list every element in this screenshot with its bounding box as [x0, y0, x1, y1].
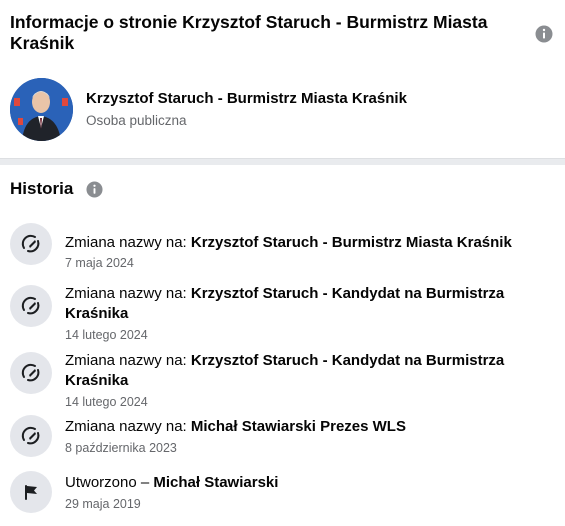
history-item-text: Zmiana nazwy na: Krzysztof Staruch - Kan… [65, 284, 535, 324]
page-category: Osoba publiczna [86, 113, 187, 128]
page-title: Informacje o stronie Krzysztof Staruch -… [10, 12, 488, 53]
rename-icon [10, 352, 52, 394]
history-item-date: 7 maja 2024 [65, 256, 134, 270]
history-item-value: Michał Stawiarski [153, 474, 279, 491]
history-item-date: 8 października 2023 [65, 441, 177, 455]
history-item-date: 29 maja 2019 [65, 497, 141, 511]
history-heading: Historia [10, 179, 74, 198]
history-info-icon[interactable] [86, 181, 103, 198]
info-icon[interactable] [535, 25, 553, 43]
page-info-header: Informacje o stronie Krzysztof Staruch -… [0, 0, 565, 158]
flag-icon [10, 471, 52, 513]
history-item-text: Zmiana nazwy na: Krzysztof Staruch - Bur… [65, 233, 535, 253]
history-item-text: Zmiana nazwy na: Michał Stawiarski Preze… [65, 417, 535, 437]
section-divider [0, 158, 565, 165]
history-item-prefix: Zmiana nazwy na: [65, 285, 191, 302]
history-item-date: 14 lutego 2024 [65, 328, 148, 342]
rename-icon [10, 285, 52, 327]
history-item-prefix: Utworzono – [65, 474, 154, 491]
history-item-value: Krzysztof Staruch - Burmistrz Miasta Kra… [190, 234, 512, 251]
history-item-text: Zmiana nazwy na: Krzysztof Staruch - Kan… [65, 351, 535, 391]
history-item-prefix: Zmiana nazwy na: [65, 418, 191, 435]
rename-icon [10, 223, 52, 265]
history-item-prefix: Zmiana nazwy na: [65, 352, 191, 369]
history-item-prefix: Zmiana nazwy na: [65, 234, 191, 251]
history-item-date: 14 lutego 2024 [65, 395, 148, 409]
history-item-value: Michał Stawiarski Prezes WLS [190, 418, 406, 435]
page-name-link[interactable]: Krzysztof Staruch - Burmistrz Miasta Kra… [86, 90, 407, 107]
rename-icon [10, 415, 52, 457]
history-item-text: Utworzono – Michał Stawiarski [65, 473, 535, 493]
avatar[interactable] [10, 78, 73, 141]
